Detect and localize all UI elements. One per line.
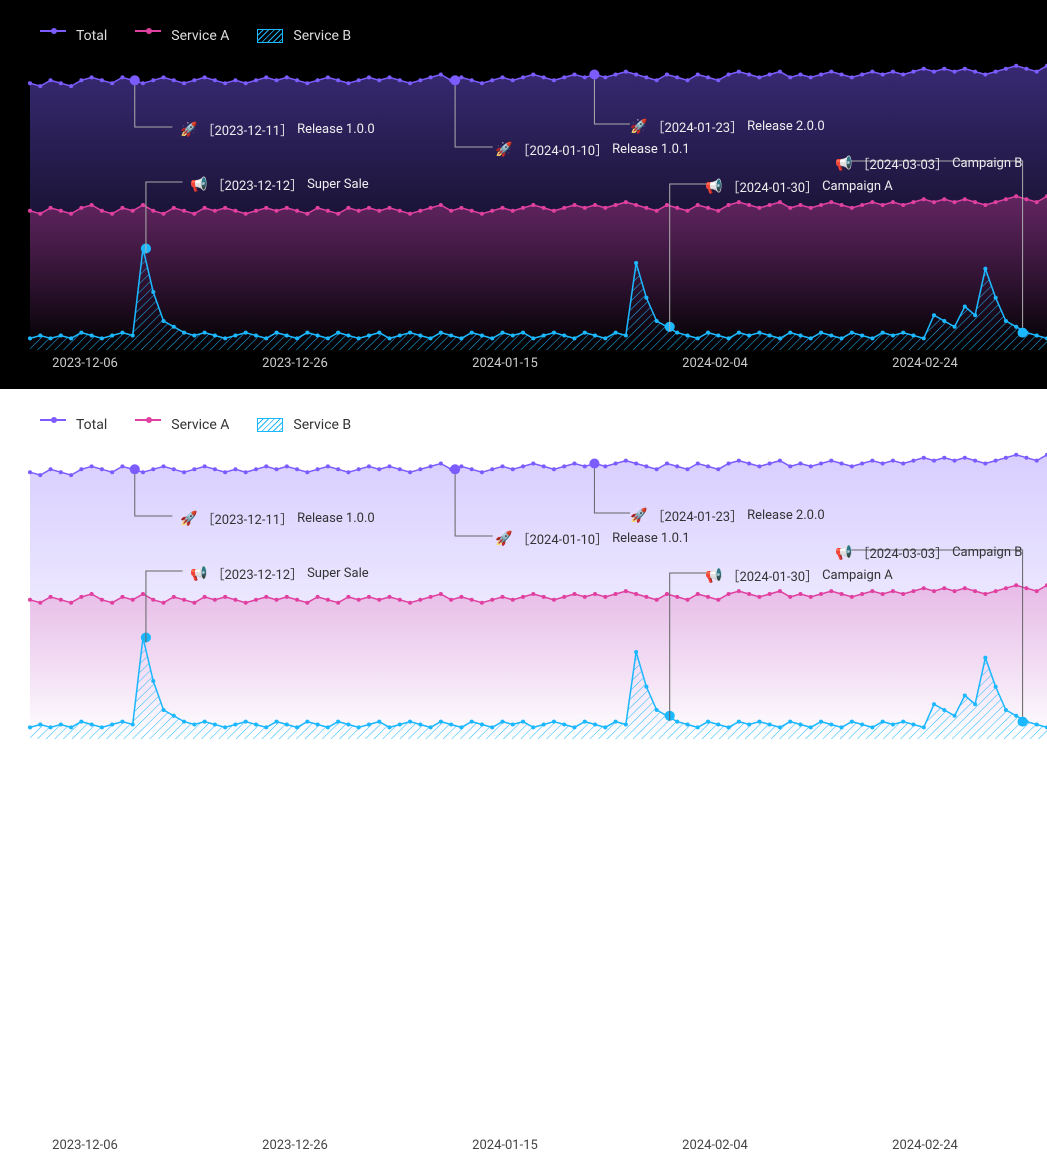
legend-label-total: Total (76, 28, 107, 44)
chart-pair: Total Service A Service B (0, 0, 1047, 784)
legend: Total Service A Service B (0, 389, 1047, 433)
swatch-service-a (135, 30, 161, 42)
legend-item-total: Total (40, 417, 107, 433)
x-tick: 2023-12-26 (262, 1138, 328, 1153)
x-tick: 2024-02-24 (892, 1138, 958, 1153)
legend-item-service-a: Service A (135, 28, 229, 44)
x-tick: 2024-01-15 (472, 356, 538, 371)
plot-area-light: 🚀［2023-12-11］Release 1.0.0🚀［2024-01-10］R… (30, 449, 1047, 739)
legend-item-service-b: Service B (257, 28, 351, 44)
legend-label-service-b: Service B (293, 417, 351, 433)
plot-area-dark: 🚀［2023-12-11］Release 1.0.0🚀［2024-01-10］R… (30, 60, 1047, 350)
x-tick: 2023-12-06 (52, 1138, 118, 1153)
chart-dark: Total Service A Service B (0, 0, 1047, 389)
legend-label-service-a: Service A (171, 417, 229, 433)
x-tick: 2024-02-04 (682, 1138, 748, 1153)
legend-label-service-a: Service A (171, 28, 229, 44)
swatch-service-b (257, 29, 283, 43)
chart-light: Total Service A Service B (0, 389, 1047, 784)
x-tick: 2023-12-26 (262, 356, 328, 371)
legend-label-total: Total (76, 417, 107, 433)
swatch-service-a (135, 419, 161, 431)
swatch-total (40, 30, 66, 42)
x-tick: 2024-02-24 (892, 356, 958, 371)
legend-item-service-b: Service B (257, 417, 351, 433)
legend-label-service-b: Service B (293, 28, 351, 44)
legend-item-service-a: Service A (135, 417, 229, 433)
x-tick: 2024-02-04 (682, 356, 748, 371)
legend: Total Service A Service B (0, 0, 1047, 44)
chart-svg-light (30, 449, 1047, 739)
chart-svg-dark (30, 60, 1047, 350)
x-tick: 2024-01-15 (472, 1138, 538, 1153)
swatch-total (40, 419, 66, 431)
series-a (28, 194, 1047, 350)
legend-item-total: Total (40, 28, 107, 44)
series-a (28, 583, 1047, 739)
swatch-service-b (257, 418, 283, 432)
x-tick: 2023-12-06 (52, 356, 118, 371)
